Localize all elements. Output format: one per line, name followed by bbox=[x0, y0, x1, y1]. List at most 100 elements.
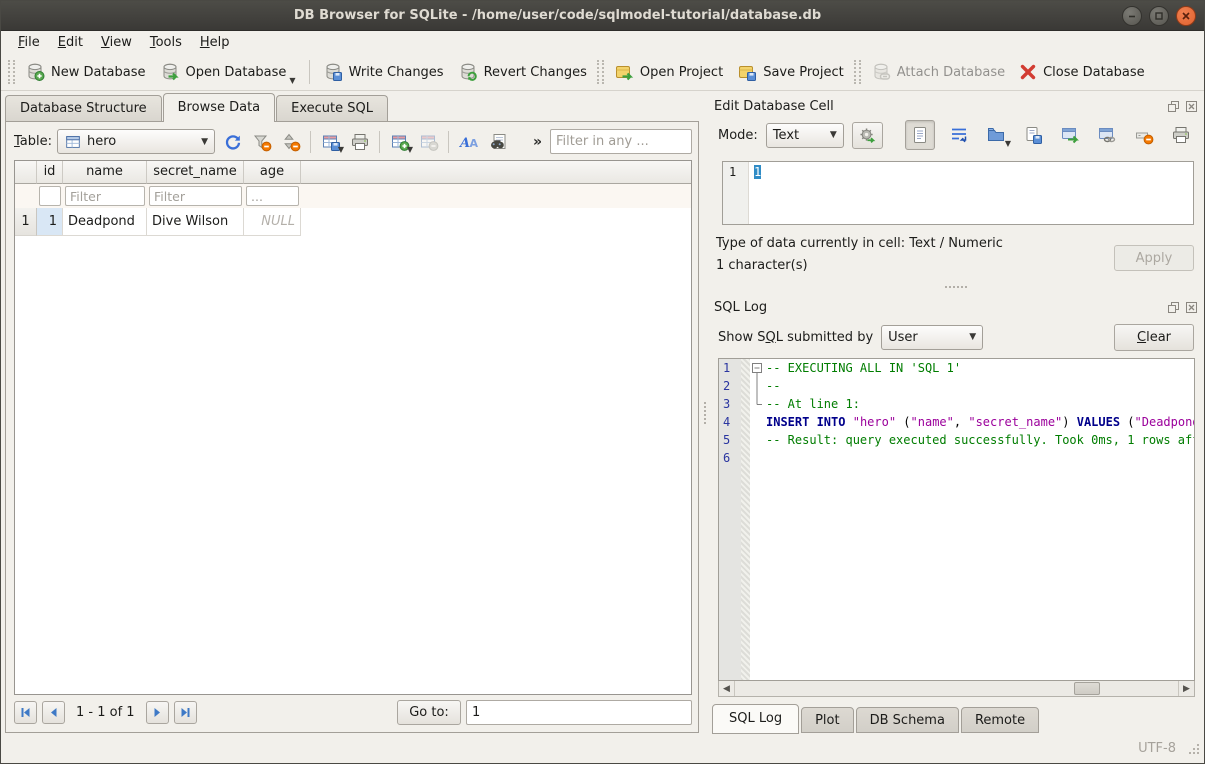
toolbar-button-label: New Database bbox=[51, 65, 146, 80]
overflow-chevron-icon[interactable]: » bbox=[533, 134, 542, 150]
maximize-button[interactable] bbox=[1149, 6, 1169, 26]
row-header[interactable]: 1 bbox=[15, 208, 37, 236]
column-header-secret-name[interactable]: secret_name bbox=[147, 161, 244, 184]
grid-corner[interactable] bbox=[15, 161, 37, 184]
cell-info: Type of data currently in cell: Text / N… bbox=[716, 236, 1194, 280]
close-dock-button[interactable] bbox=[1184, 300, 1198, 314]
write-changes-button[interactable]: Write Changes bbox=[316, 58, 451, 87]
scroll-left-arrow[interactable]: ◀ bbox=[719, 681, 735, 696]
minimize-icon bbox=[1127, 11, 1137, 21]
scrollbar-thumb[interactable] bbox=[1074, 682, 1101, 695]
find-button[interactable] bbox=[485, 129, 510, 154]
open-file-button[interactable]: ▼ bbox=[983, 122, 1009, 148]
fold-marker-icon[interactable] bbox=[750, 359, 766, 377]
titlebar[interactable]: DB Browser for SQLite - /home/user/code/… bbox=[1, 1, 1204, 31]
word-wrap-button[interactable] bbox=[946, 122, 972, 148]
filter-input-name[interactable] bbox=[65, 186, 145, 206]
refresh-button[interactable] bbox=[220, 129, 245, 154]
cell-id[interactable]: 1 bbox=[37, 208, 63, 236]
toolbar-handle[interactable] bbox=[8, 60, 15, 84]
menu-file[interactable]: File bbox=[9, 33, 49, 52]
apply-button[interactable]: Apply bbox=[1114, 245, 1194, 271]
new-record-button[interactable]: ▼ bbox=[387, 129, 412, 154]
clear-log-button[interactable]: Clear bbox=[1114, 324, 1194, 351]
toolbar-separator bbox=[379, 131, 380, 153]
save-project-button[interactable]: Save Project bbox=[730, 58, 851, 87]
column-header-name[interactable]: name bbox=[63, 161, 147, 184]
cell-editor[interactable]: 1 1 bbox=[722, 161, 1194, 225]
cell-icon-strip: ▼ bbox=[905, 120, 1194, 150]
minimize-button[interactable] bbox=[1122, 6, 1142, 26]
goto-input[interactable] bbox=[466, 700, 692, 725]
clear-sorting-button[interactable] bbox=[278, 129, 303, 154]
set-null-button[interactable] bbox=[1131, 122, 1157, 148]
cell-secret-name[interactable]: Dive Wilson bbox=[147, 208, 244, 236]
filter-input-age[interactable] bbox=[246, 186, 299, 206]
new-database-button[interactable]: New Database bbox=[18, 58, 153, 87]
cell-name[interactable]: Deadpond bbox=[63, 208, 147, 236]
dock-tab-plot[interactable]: Plot bbox=[801, 707, 854, 733]
editor-line-number: 1 bbox=[723, 162, 749, 224]
menu-view[interactable]: View bbox=[92, 33, 141, 52]
save-file-button[interactable] bbox=[1020, 122, 1046, 148]
column-header-id[interactable]: id bbox=[37, 161, 63, 184]
prev-page-button[interactable] bbox=[42, 701, 65, 724]
cell-age[interactable]: NULL bbox=[244, 208, 301, 236]
chevron-down-icon: ▼ bbox=[407, 145, 413, 154]
sql-log-dock-title: SQL Log bbox=[708, 293, 1204, 318]
grid-empty-area[interactable] bbox=[15, 236, 691, 694]
save-table-button[interactable]: ▼ bbox=[318, 129, 343, 154]
toolbar-handle[interactable] bbox=[597, 60, 604, 84]
submitted-by-select[interactable]: User ▼ bbox=[881, 325, 983, 350]
close-dock-button[interactable] bbox=[1184, 99, 1198, 113]
float-dock-button[interactable] bbox=[1166, 300, 1180, 314]
print-button[interactable] bbox=[347, 129, 372, 154]
goto-button[interactable]: Go to: bbox=[397, 700, 461, 725]
app-window: DB Browser for SQLite - /home/user/code/… bbox=[0, 0, 1205, 764]
toolbar-handle[interactable] bbox=[854, 60, 861, 84]
dock-tab-db-schema[interactable]: DB Schema bbox=[856, 707, 959, 733]
delete-record-icon bbox=[419, 132, 439, 152]
menu-help[interactable]: Help bbox=[191, 33, 239, 52]
menu-tools[interactable]: Tools bbox=[141, 33, 191, 52]
first-page-button[interactable] bbox=[14, 701, 37, 724]
open-database-button[interactable]: Open Database▼ bbox=[153, 58, 303, 87]
open-in-app-button[interactable] bbox=[1057, 122, 1083, 148]
print-button[interactable] bbox=[1168, 122, 1194, 148]
dock-tab-remote[interactable]: Remote bbox=[961, 707, 1039, 733]
tab-database-structure[interactable]: Database Structure bbox=[5, 95, 162, 121]
link-button[interactable] bbox=[1094, 122, 1120, 148]
auto-switch-mode-button[interactable] bbox=[852, 122, 883, 149]
log-code: -- At line 1: bbox=[766, 395, 860, 413]
tab-execute-sql[interactable]: Execute SQL bbox=[276, 95, 388, 121]
open-project-button[interactable]: Open Project bbox=[607, 58, 730, 87]
filter-any-input[interactable] bbox=[550, 129, 692, 154]
close-button[interactable] bbox=[1176, 6, 1196, 26]
table-select[interactable]: hero ▼ bbox=[57, 129, 215, 154]
resize-grip[interactable] bbox=[1188, 743, 1201, 760]
scroll-right-arrow[interactable]: ▶ bbox=[1178, 681, 1194, 696]
sql-token: -- Result: query executed successfully. … bbox=[766, 433, 1195, 447]
mode-select[interactable]: Text ▼ bbox=[766, 123, 844, 148]
sql-log-view[interactable]: 1-- EXECUTING ALL IN 'SQL 1'2--3-- At li… bbox=[718, 358, 1195, 681]
log-hatch-margin bbox=[741, 359, 750, 377]
clear-filters-button[interactable] bbox=[249, 129, 274, 154]
write-changes-icon bbox=[323, 62, 343, 82]
column-header-age[interactable]: age bbox=[244, 161, 301, 184]
next-page-button[interactable] bbox=[146, 701, 169, 724]
dock-tab-sql-log[interactable]: SQL Log bbox=[712, 704, 799, 734]
menu-edit[interactable]: Edit bbox=[49, 33, 92, 52]
last-page-button[interactable] bbox=[174, 701, 197, 724]
filter-input-secret-name[interactable] bbox=[149, 186, 242, 206]
format-button[interactable]: AA bbox=[456, 129, 481, 154]
editor-content[interactable]: 1 bbox=[749, 162, 761, 224]
float-dock-button[interactable] bbox=[1166, 99, 1180, 113]
text-document-button[interactable] bbox=[905, 120, 935, 150]
revert-changes-button[interactable]: Revert Changes bbox=[451, 58, 594, 87]
tab-browse-data[interactable]: Browse Data bbox=[163, 93, 276, 122]
log-horizontal-scrollbar[interactable]: ◀ ▶ bbox=[718, 681, 1195, 697]
dock-splitter[interactable] bbox=[708, 280, 1204, 293]
scrollbar-track[interactable] bbox=[735, 681, 1178, 696]
close-database-button[interactable]: Close Database bbox=[1012, 58, 1152, 87]
filter-input-id[interactable] bbox=[39, 186, 61, 206]
